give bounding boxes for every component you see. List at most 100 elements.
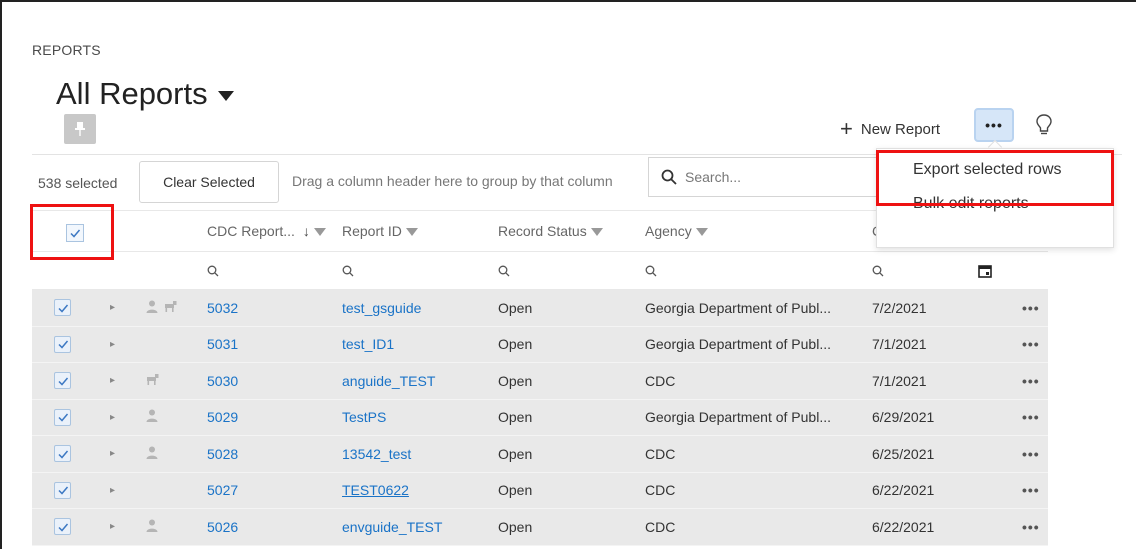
view-selector[interactable]: All Reports (56, 76, 234, 112)
table-row[interactable]: ▸ 5031 test_ID1 Open Georgia Department of P… (32, 326, 1048, 363)
selected-count: 538 selected (38, 175, 118, 191)
filter-search-icon[interactable] (342, 252, 492, 289)
rows-container: ▸ 5032 test_gsguide Open Georgia Department … (32, 290, 1048, 546)
table-row[interactable]: ▸ 5032 test_gsguide Open Georgia Department … (32, 290, 1048, 327)
new-report-button[interactable]: + New Report (840, 118, 940, 140)
report-id-link[interactable]: test_gsguide (342, 290, 492, 326)
filter-search-icon[interactable] (498, 252, 628, 289)
row-checkbox-cell (54, 400, 84, 436)
row-checkbox-cell (54, 327, 84, 363)
row-more-button[interactable]: ••• (1022, 290, 1048, 326)
column-header-cdc-report-label: CDC Report... (207, 223, 295, 239)
expand-row-icon[interactable]: ▸ (110, 436, 126, 472)
report-id-link[interactable]: 13542_test (342, 436, 492, 472)
report-id-link[interactable]: anguide_TEST (342, 363, 492, 399)
column-header-report-id[interactable]: Report ID (342, 211, 492, 251)
record-status-cell: Open (498, 482, 533, 499)
animal-icon (164, 300, 178, 315)
new-report-label: New Report (860, 120, 941, 138)
row-more-button[interactable]: ••• (1022, 363, 1048, 399)
column-header-agency-label: Agency (645, 223, 692, 239)
row-more-button[interactable]: ••• (1022, 327, 1048, 363)
row-type-icons (146, 363, 186, 399)
select-all-highlight (30, 204, 114, 260)
filter-search-icon[interactable] (645, 252, 870, 289)
pin-button[interactable] (64, 114, 96, 144)
column-filter-row (32, 252, 1048, 290)
cdc-report-id-link[interactable]: 5032 (207, 290, 327, 326)
column-header-cdc-report[interactable]: CDC Report... ↓ (207, 211, 327, 251)
date-cell: 7/1/2021 (872, 336, 927, 353)
table-row[interactable]: ▸ 5028 13542_test Open CDC 6/25/2021 ••• (32, 436, 1048, 473)
lightbulb-icon[interactable] (1036, 114, 1052, 141)
cdc-report-id-link[interactable]: 5026 (207, 509, 327, 545)
row-more-button[interactable]: ••• (1022, 400, 1048, 436)
row-checkbox[interactable] (54, 518, 71, 536)
section-label: REPORTS (32, 42, 101, 58)
row-checkbox[interactable] (54, 445, 71, 463)
person-icon (146, 446, 158, 462)
report-id-link[interactable]: envguide_TEST (342, 509, 492, 545)
record-status-cell: Open (498, 372, 533, 389)
more-actions-button[interactable]: ••• (974, 108, 1014, 142)
report-id-link[interactable]: test_ID1 (342, 327, 492, 363)
row-checkbox[interactable] (54, 481, 71, 499)
column-header-agency[interactable]: Agency (645, 211, 870, 251)
filter-icon[interactable] (313, 228, 326, 236)
filter-search-icon[interactable] (872, 252, 972, 289)
record-status-cell: Open (498, 445, 533, 462)
cdc-report-id-link[interactable]: 5028 (207, 436, 327, 472)
filter-search-icon[interactable] (207, 252, 327, 289)
clear-selected-button[interactable]: Clear Selected (139, 161, 279, 203)
table-row[interactable]: ▸ 5026 envguide_TEST Open CDC 6/22/2021 ••• (32, 509, 1048, 546)
filter-icon[interactable] (695, 228, 708, 236)
record-status-cell: Open (498, 299, 533, 316)
expand-row-icon[interactable]: ▸ (110, 473, 126, 509)
report-id-link[interactable]: TEST0622 (342, 473, 492, 509)
search-placeholder: Search... (685, 169, 742, 185)
row-more-button[interactable]: ••• (1022, 473, 1048, 509)
group-by-drop-zone[interactable]: Drag a column header here to group by th… (292, 173, 652, 189)
expand-row-icon[interactable]: ▸ (110, 290, 126, 326)
filter-icon[interactable] (405, 228, 418, 236)
column-header-record-status[interactable]: Record Status (498, 211, 628, 251)
report-id-link[interactable]: TestPS (342, 400, 492, 436)
filter-icon[interactable] (590, 228, 603, 236)
agency-cell: CDC (645, 482, 676, 499)
expand-row-icon[interactable]: ▸ (110, 509, 126, 545)
row-checkbox[interactable] (54, 408, 71, 426)
search-icon (661, 169, 677, 185)
date-cell: 6/25/2021 (872, 445, 935, 462)
column-header-report-id-label: Report ID (342, 223, 402, 239)
row-checkbox[interactable] (54, 299, 71, 317)
search-input[interactable]: Search... (648, 157, 880, 197)
table-row[interactable]: ▸ 5027 TEST0622 Open CDC 6/22/2021 ••• (32, 472, 1048, 509)
calendar-icon[interactable] (978, 252, 1002, 289)
row-checkbox[interactable] (54, 372, 71, 390)
date-cell: 7/1/2021 (872, 372, 927, 389)
table-row[interactable]: ▸ 5030 anguide_TEST Open CDC 7/1/2021 ••• (32, 363, 1048, 400)
row-type-icons (146, 290, 186, 326)
date-cell: 7/2/2021 (872, 299, 927, 316)
agency-cell: CDC (645, 372, 676, 389)
expand-row-icon[interactable]: ▸ (110, 327, 126, 363)
person-icon (146, 300, 158, 316)
cdc-report-id-link[interactable]: 5027 (207, 473, 327, 509)
row-more-button[interactable]: ••• (1022, 436, 1048, 472)
agency-cell: Georgia Department of Publ... (645, 336, 831, 353)
row-more-button[interactable]: ••• (1022, 509, 1048, 545)
cdc-report-id-link[interactable]: 5029 (207, 400, 327, 436)
export-highlight (876, 150, 1114, 206)
cdc-report-id-link[interactable]: 5030 (207, 363, 327, 399)
table-row[interactable]: ▸ 5029 TestPS Open Georgia Department of Pub… (32, 399, 1048, 436)
column-header-record-status-label: Record Status (498, 223, 587, 239)
agency-cell: Georgia Department of Publ... (645, 409, 831, 426)
row-checkbox-cell (54, 436, 84, 472)
row-type-icons (146, 509, 186, 545)
expand-row-icon[interactable]: ▸ (110, 363, 126, 399)
row-checkbox[interactable] (54, 335, 71, 353)
sort-desc-icon[interactable]: ↓ (303, 223, 310, 239)
reports-grid: CDC Report... ↓ Report ID Record Status … (32, 210, 1048, 546)
expand-row-icon[interactable]: ▸ (110, 400, 126, 436)
cdc-report-id-link[interactable]: 5031 (207, 327, 327, 363)
